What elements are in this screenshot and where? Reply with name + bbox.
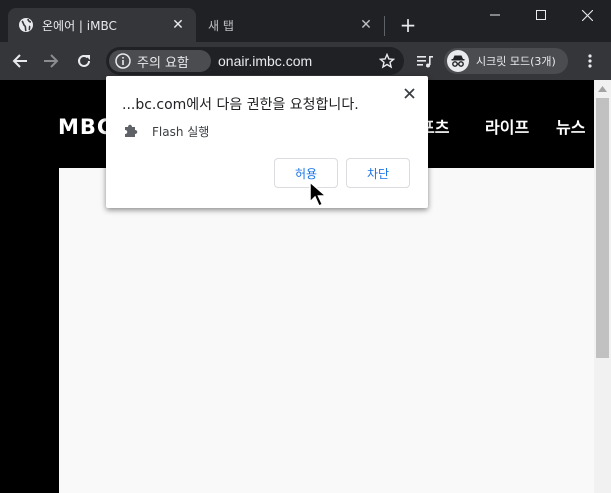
- nav-item-news[interactable]: 뉴스: [556, 114, 585, 138]
- permission-label: Flash 실행: [152, 124, 210, 139]
- reload-button[interactable]: [71, 48, 97, 74]
- globe-icon: [18, 17, 34, 33]
- forward-button[interactable]: [38, 48, 64, 74]
- popup-title: ...bc.com에서 다음 권한을 요청합니다.: [122, 97, 359, 113]
- back-arrow-icon: [12, 54, 27, 68]
- incognito-indicator[interactable]: 시크릿 모드(3개): [444, 48, 568, 74]
- close-tab-icon[interactable]: ✕: [356, 15, 376, 35]
- vertical-scrollbar[interactable]: [594, 80, 611, 493]
- kebab-menu-icon: [588, 54, 592, 68]
- forward-arrow-icon: [44, 54, 59, 68]
- title-bar: 온에어 | iMBC ✕ 새 탭 ✕ +: [0, 0, 611, 42]
- security-chip[interactable]: 주의 요함: [109, 50, 211, 72]
- tab-new-tab[interactable]: 새 탭 ✕: [196, 8, 384, 42]
- tab-separator: [384, 16, 385, 36]
- media-control-button[interactable]: [412, 48, 438, 74]
- back-button[interactable]: [7, 48, 33, 74]
- nav-item-life[interactable]: 라이프: [485, 114, 529, 138]
- close-icon[interactable]: [400, 84, 418, 102]
- incognito-icon: [447, 50, 469, 72]
- player-area: [59, 168, 594, 493]
- bookmark-star-icon[interactable]: [378, 52, 396, 70]
- permission-row: Flash 실행: [122, 122, 209, 140]
- tab-onair[interactable]: 온에어 | iMBC ✕: [8, 8, 196, 42]
- close-tab-icon[interactable]: ✕: [168, 15, 188, 35]
- incognito-label: 시크릿 모드(3개): [476, 55, 556, 68]
- minimize-button[interactable]: [472, 0, 518, 30]
- info-icon: [115, 53, 131, 69]
- playlist-music-icon: [417, 56, 433, 68]
- security-label: 주의 요함: [137, 55, 189, 71]
- permission-popup: ...bc.com에서 다음 권한을 요청합니다. Flash 실행 허용 차단: [106, 76, 428, 208]
- browser-toolbar: 주의 요함 onair.imbc.com 시크릿 모드(3개): [0, 42, 611, 80]
- address-bar[interactable]: 주의 요함 onair.imbc.com: [106, 47, 404, 75]
- maximize-button[interactable]: [518, 0, 564, 30]
- reload-icon: [78, 54, 90, 67]
- tab-title: 온에어 | iMBC: [42, 18, 117, 33]
- menu-button[interactable]: [577, 48, 603, 74]
- tab-title: 새 탭: [208, 18, 234, 33]
- scroll-thumb[interactable]: [596, 98, 609, 358]
- mouse-cursor-icon: [309, 180, 328, 207]
- scroll-up-icon[interactable]: [594, 80, 611, 97]
- new-tab-button[interactable]: +: [396, 13, 420, 37]
- close-window-button[interactable]: [564, 0, 610, 30]
- block-button[interactable]: 차단: [346, 158, 410, 188]
- puzzle-plugin-icon: [125, 124, 138, 137]
- url-text[interactable]: onair.imbc.com: [218, 53, 312, 69]
